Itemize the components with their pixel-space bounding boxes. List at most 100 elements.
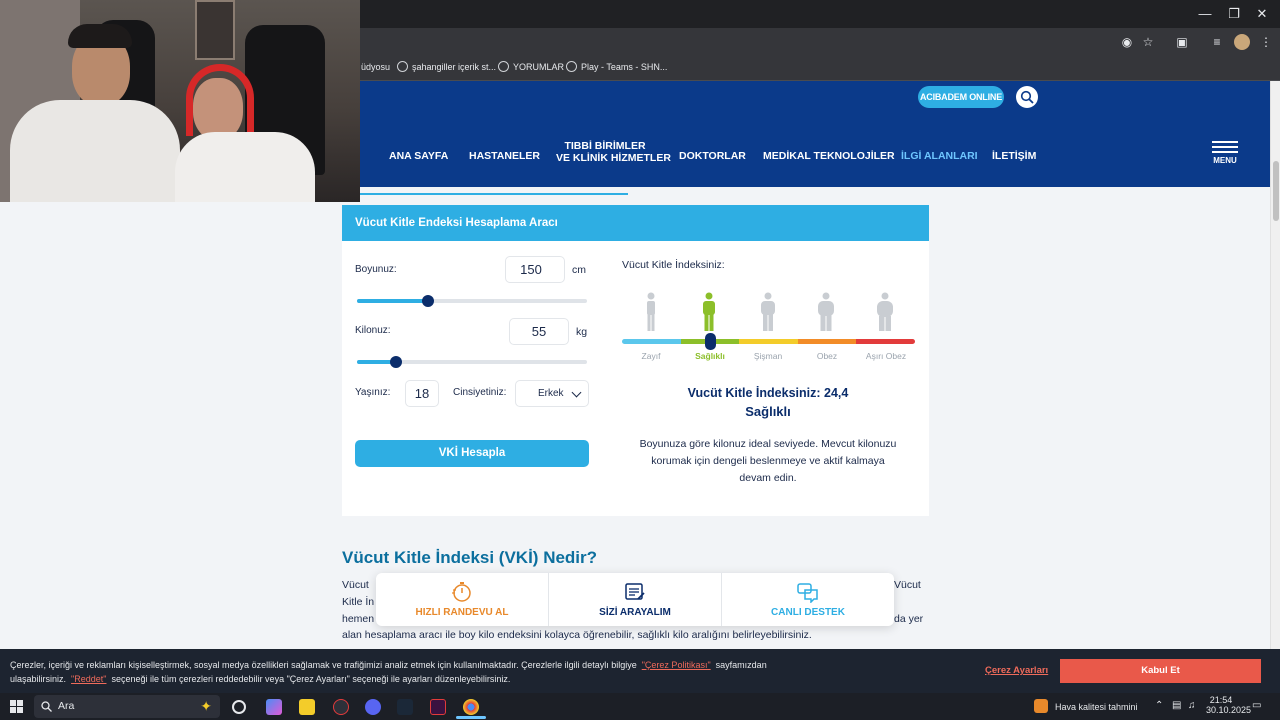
minimize-icon[interactable]: — [1195, 5, 1215, 23]
gender-label: Cinsiyetiniz: [453, 387, 507, 398]
hamburger-icon-line [1212, 151, 1238, 153]
weight-slider[interactable] [357, 356, 587, 368]
globe-icon [566, 61, 577, 72]
windows-start-icon[interactable] [10, 700, 23, 713]
copilot-app-icon[interactable] [266, 699, 282, 715]
chevron-down-icon [571, 387, 582, 398]
close-icon[interactable]: ✕ [1252, 5, 1272, 23]
nav-tibbi-birimler[interactable]: TIBBİ BİRİMLER VE KLİNİK HİZMETLER [556, 140, 671, 164]
stopwatch-icon [452, 582, 471, 602]
category-label: Aşırı Obez [865, 351, 907, 361]
search-icon [1020, 90, 1034, 104]
file-explorer-icon[interactable] [299, 699, 315, 715]
bookmark-item[interactable]: YORUMLAR [498, 60, 564, 74]
advice-line: korumak için dengeli beslenmeye ve aktif… [651, 455, 885, 467]
height-slider[interactable] [357, 295, 587, 307]
bmi-result-line: Vucüt Kitle İndeksiniz: 24,4 [622, 386, 914, 400]
article-text: Kitle İn [342, 596, 375, 608]
taskbar-search[interactable]: Ara ✦ [34, 695, 220, 718]
bookmark-item[interactable]: Play - Teams - SHN... [566, 60, 667, 74]
webcam-headphones [186, 64, 254, 136]
bmi-result-label: Vucüt Kitle İndeksiniz: [687, 386, 821, 400]
scrollbar-thumb[interactable] [1273, 161, 1279, 221]
menu-button[interactable]: MENU [1212, 141, 1238, 165]
height-unit: cm [572, 264, 586, 276]
person-figure-icon [818, 292, 834, 331]
quick-appointment-button[interactable]: HIZLI RANDEVU AL [376, 573, 548, 626]
calculator-title: Vücut Kitle Endeksi Hesaplama Aracı [342, 205, 929, 241]
page-scrollbar[interactable] [1270, 81, 1280, 693]
age-input[interactable]: 18 [405, 380, 439, 407]
chevron-up-icon[interactable]: ⌃ [1155, 700, 1163, 711]
clock-date: 30.10.2025 [1206, 705, 1252, 715]
nav-doktorlar[interactable]: DOKTORLAR [679, 150, 746, 162]
volume-icon[interactable]: ♫ [1188, 700, 1196, 711]
obs-app-icon[interactable] [333, 699, 349, 715]
more-menu-icon[interactable]: ⋮ [1258, 34, 1274, 50]
age-label: Yaşınız: [355, 387, 391, 398]
category-label: Şişman [753, 351, 783, 361]
hamburger-icon [1212, 141, 1238, 143]
category-label-active: Sağlıklı [695, 351, 725, 361]
cookie-policy-link[interactable]: "Çerez Politikası" [642, 660, 711, 670]
bmi-result-value: 24,4 [824, 386, 849, 400]
media-app-icon[interactable] [430, 699, 446, 715]
network-icon[interactable]: ▤ [1172, 700, 1181, 711]
calculate-bmi-button[interactable]: VKİ Hesapla [355, 440, 589, 467]
acibadem-online-button[interactable]: ACIBADEM ONLINE [918, 86, 1004, 108]
menu-label: MENU [1213, 156, 1237, 165]
notification-icon[interactable]: ▭ [1252, 700, 1261, 711]
nav-tibbi-birimler-line2: VE KLİNİK HİZMETLER [556, 152, 671, 164]
cookie-settings-link[interactable]: Çerez Ayarları [985, 665, 1048, 676]
weight-input[interactable]: 55 [509, 318, 569, 345]
cookie-text: ulaşabilirsiniz. [10, 674, 67, 684]
reading-list-icon[interactable]: ≡ [1209, 34, 1225, 50]
nav-tibbi-birimler-line1: TIBBİ BİRİMLER [564, 140, 646, 152]
weight-label: Kilonuz: [355, 325, 391, 336]
weather-widget[interactable]: Hava kalitesi tahmini [1055, 702, 1138, 712]
clock-time: 21:54 [1209, 695, 1233, 705]
search-icon [41, 701, 52, 712]
nav-hastaneler[interactable]: HASTANELER [469, 150, 540, 162]
cookie-text: Çerezler, içeriği ve reklamları kişisell… [10, 660, 637, 670]
webcam-wall-frame [195, 0, 235, 60]
nav-ilgi-alanlari[interactable]: İLGİ ALANLARI [901, 150, 978, 162]
nav-iletisim[interactable]: İLETİŞİM [992, 150, 1036, 162]
cookie-text: sayfamızdan [715, 660, 767, 670]
call-me-button[interactable]: SİZİ ARAYALIM [549, 573, 721, 626]
profile-avatar-icon[interactable] [1234, 34, 1250, 50]
task-view-icon[interactable] [232, 700, 246, 714]
chat-bubbles-icon [797, 583, 818, 603]
extensions-icon[interactable]: ▣ [1174, 34, 1190, 50]
taskbar-clock[interactable]: 21:54 30.10.2025 [1206, 695, 1252, 715]
active-app-indicator [456, 716, 486, 719]
bmi-scale-indicator [705, 333, 716, 350]
weight-slider-handle[interactable] [390, 356, 403, 368]
bmi-advice: Boyunuza göre kilonuz ideal seviyede. Me… [620, 436, 916, 487]
bookmark-item[interactable]: üdyosu [361, 60, 390, 74]
nav-medikal-teknolojiler[interactable]: MEDİKAL TEKNOLOJİLER [763, 150, 895, 162]
nav-ana-sayfa[interactable]: ANA SAYFA [389, 150, 448, 162]
accept-cookies-button[interactable]: Kabul Et [1060, 659, 1261, 683]
live-support-button[interactable]: CANLI DESTEK [722, 573, 894, 626]
location-off-icon[interactable]: ◉ [1119, 34, 1135, 50]
section-underline [360, 193, 628, 195]
restore-icon[interactable]: ❐ [1224, 5, 1244, 23]
gender-value: Erkek [538, 388, 564, 399]
article-text: alan hesaplama aracı ile boy kilo endeks… [342, 629, 812, 641]
category-label: Zayıf [641, 351, 661, 361]
height-input[interactable]: 150 [505, 256, 565, 283]
weight-unit: kg [576, 326, 588, 338]
bookmark-star-icon[interactable]: ☆ [1140, 34, 1156, 50]
article-text: hemen [342, 613, 375, 625]
chrome-app-icon[interactable] [463, 699, 479, 715]
bmi-status: Sağlıklı [745, 404, 791, 419]
person-figure-icon [647, 292, 655, 331]
site-search-button[interactable] [1016, 86, 1038, 108]
bookmark-item[interactable]: şahangiller içerik st... [397, 60, 496, 74]
discord-app-icon[interactable] [365, 699, 381, 715]
category-label: Obez [816, 351, 838, 361]
steam-app-icon[interactable] [397, 699, 413, 715]
cookie-reject-link[interactable]: "Reddet" [71, 674, 106, 684]
gender-select[interactable]: Erkek [515, 380, 589, 407]
